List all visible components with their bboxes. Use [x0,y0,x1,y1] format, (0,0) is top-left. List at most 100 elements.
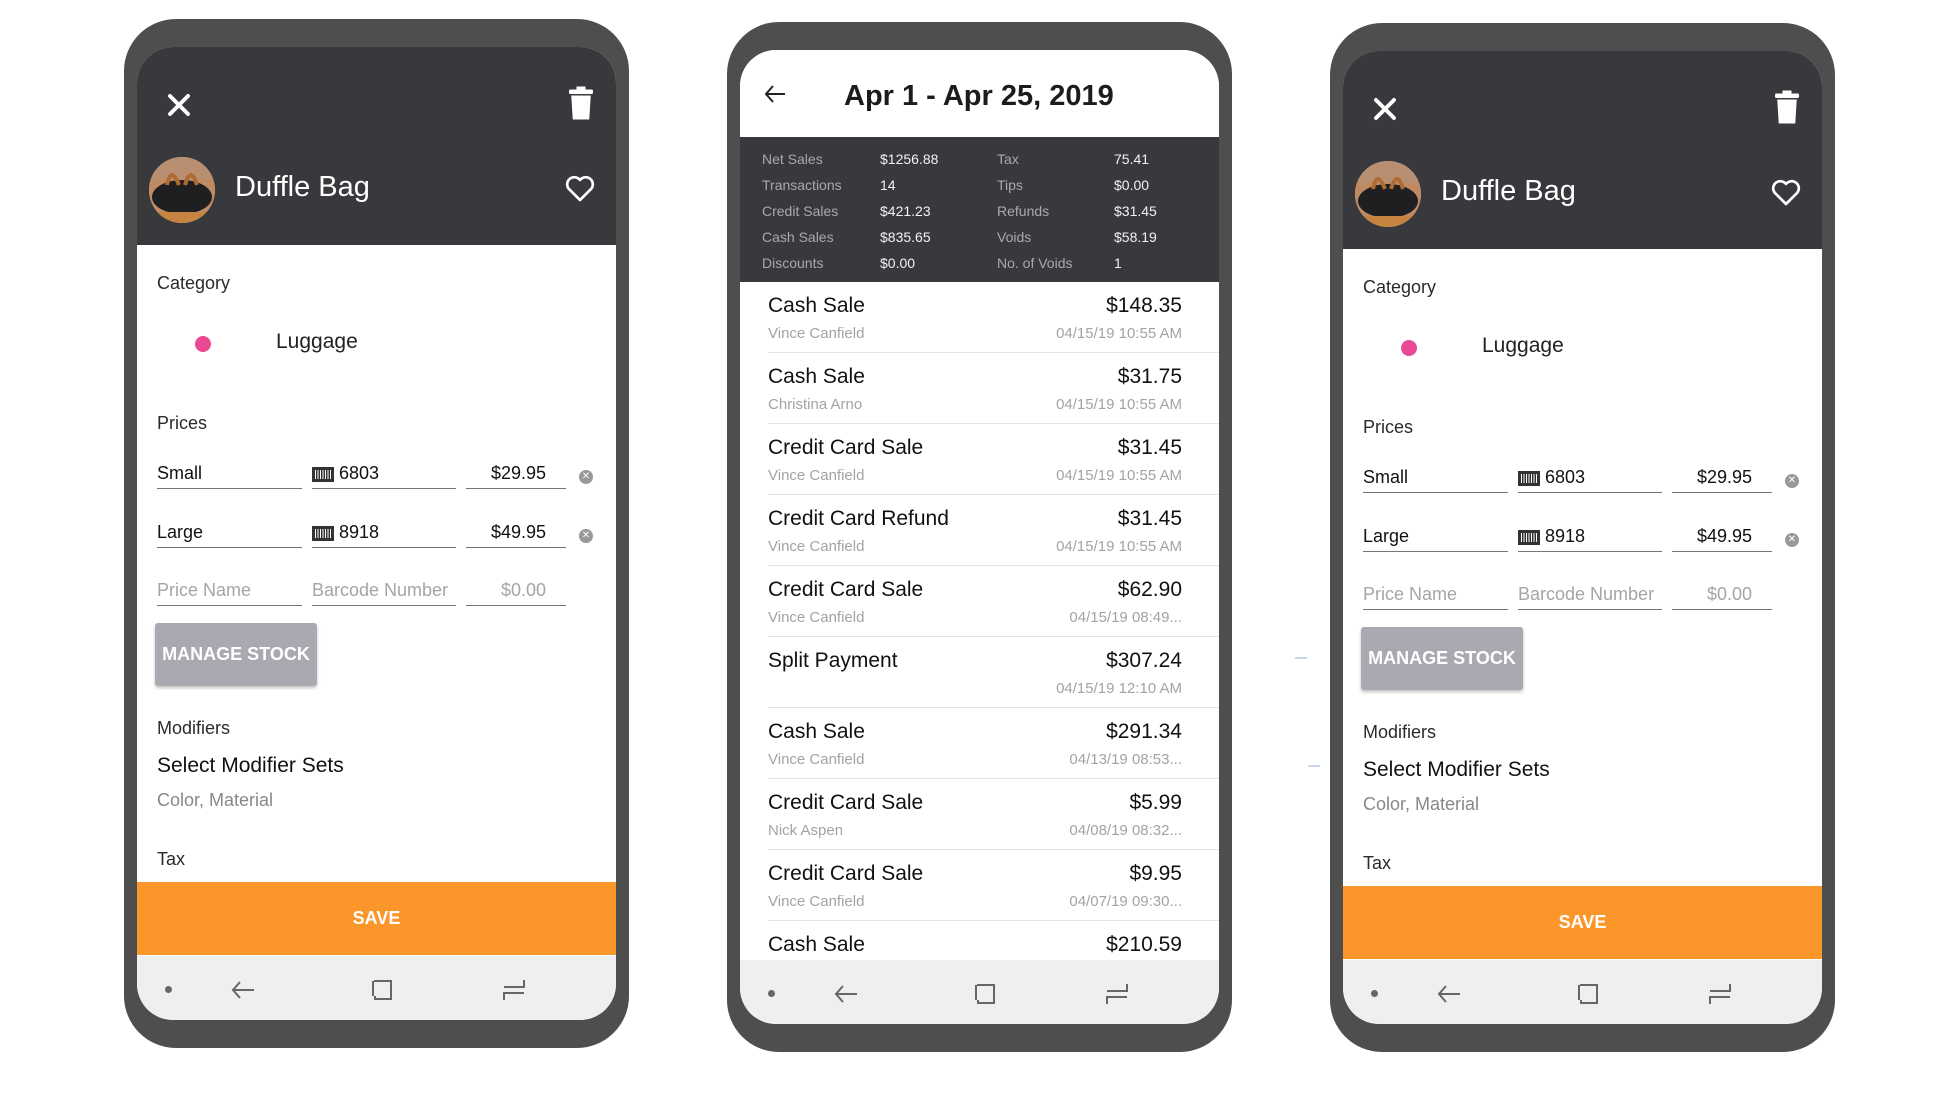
save-button[interactable]: SAVE [1343,886,1822,959]
price-amount-field[interactable]: $29.95 [1672,457,1772,493]
close-icon[interactable] [161,87,197,123]
transaction-type: Cash Sale [768,365,865,388]
new-barcode-input[interactable]: Barcode Number [312,570,456,606]
transaction-row[interactable]: Cash Sale $31.75 Christina Arno 04/15/19 10… [768,353,1219,424]
remove-price-icon[interactable]: ✕ [579,529,593,543]
transaction-type: Credit Card Refund [768,507,949,530]
transaction-row[interactable]: Credit Card Sale $9.95 Vince Canfield 04/07… [768,850,1219,921]
recents-icon[interactable] [502,978,526,1002]
price-amount-value: $49.95 [1696,526,1752,546]
transaction-time: 04/15/19 12:10 AM [1056,680,1182,697]
placeholder-text: Price Name [157,580,252,600]
selected-modifiers: Color, Material [157,790,274,810]
transaction-time: 04/15/19 08:49... [1069,609,1182,626]
heart-outline-icon[interactable] [1770,177,1802,207]
summary-label: Tips [997,177,1023,193]
summary-value: $0.00 [880,255,916,271]
summary-label: No. of Voids [997,255,1073,271]
summary-label: Refunds [997,203,1050,219]
transaction-type: Credit Card Sale [768,791,924,814]
transaction-row[interactable]: Cash Sale $291.34 Vince Canfield 04/13/19 0… [768,708,1219,779]
transaction-time: 04/15/19 10:55 AM [1056,467,1182,484]
price-name-value: Small [157,463,203,483]
transaction-time: 04/15/19 10:55 AM [1056,396,1182,413]
close-icon[interactable] [1367,91,1403,127]
transaction-row[interactable]: Credit Card Sale $62.90 Vince Canfield 04/1… [768,566,1219,637]
price-name-field[interactable]: Small [157,453,302,489]
price-name-field[interactable]: Small [1363,457,1508,493]
price-name-value: Small [1363,467,1409,487]
category-label: Category [1363,277,1437,297]
back-icon[interactable] [833,982,859,1006]
remove-price-icon[interactable]: ✕ [1785,533,1799,547]
remove-price-icon[interactable]: ✕ [579,470,593,484]
price-name-value: Large [157,522,204,542]
new-price-amount-input[interactable]: $0.00 [466,570,566,606]
transaction-amount: $31.75 [1117,365,1182,388]
transaction-type: Credit Card Sale [768,436,924,459]
select-modifier-sets-link[interactable]: Select Modifier Sets [1363,758,1550,782]
new-barcode-input[interactable]: Barcode Number [1518,574,1662,610]
summary-row: Discounts $0.00 No. of Voids 1 [740,255,1219,281]
price-name-field[interactable]: Large [157,512,302,548]
trash-icon[interactable] [1772,89,1802,125]
transaction-amount: $210.59 [1106,933,1182,956]
summary-value: $421.23 [880,203,931,219]
trash-icon[interactable] [566,85,596,121]
android-navbar [740,960,1219,1024]
price-amount-field[interactable]: $49.95 [466,512,566,548]
back-arrow-icon[interactable] [764,84,786,104]
new-price-name-input[interactable]: Price Name [1363,574,1508,610]
barcode-field[interactable]: 6803 [312,453,456,489]
manage-stock-button[interactable]: MANAGE STOCK [1361,627,1523,690]
manage-stock-button[interactable]: MANAGE STOCK [155,623,317,686]
category-value[interactable]: Luggage [1482,334,1564,358]
heart-outline-icon[interactable] [564,173,596,203]
date-range-title[interactable]: Apr 1 - Apr 25, 2019 [844,80,1114,113]
transaction-customer: Vince Canfield [768,893,865,910]
summary-value: $58.19 [1114,229,1157,245]
barcode-field[interactable]: 8918 [312,512,456,548]
recents-icon[interactable] [1105,982,1129,1006]
modifiers-label: Modifiers [157,718,231,738]
prices-label: Prices [1363,417,1414,437]
barcode-field[interactable]: 6803 [1518,457,1662,493]
price-name-field[interactable]: Large [1363,516,1508,552]
summary-label: Discounts [762,255,824,271]
transaction-time: 04/07/19 09:30... [1069,893,1182,910]
save-button[interactable]: SAVE [137,882,616,955]
transaction-row[interactable]: Cash Sale $148.35 Vince Canfield 04/15/19 1… [768,282,1219,353]
transaction-row[interactable]: Credit Card Sale $5.99 Nick Aspen 04/08/19 … [768,779,1219,850]
home-icon[interactable] [973,982,997,1006]
new-price-amount-input[interactable]: $0.00 [1672,574,1772,610]
barcode-icon [312,526,334,541]
recents-icon[interactable] [1708,982,1732,1006]
transaction-amount: $31.45 [1117,507,1182,530]
transaction-row[interactable]: Split Payment $307.24 04/15/19 12:10 AM [768,637,1219,708]
category-value[interactable]: Luggage [276,330,358,354]
back-icon[interactable] [230,978,256,1002]
home-icon[interactable] [1576,982,1600,1006]
transaction-row[interactable]: Credit Card Sale $31.45 Vince Canfield 04/1… [768,424,1219,495]
home-icon[interactable] [370,978,394,1002]
summary-label: Net Sales [762,151,823,167]
transaction-list[interactable]: Cash Sale $148.35 Vince Canfield 04/15/19 1… [740,282,1219,960]
transaction-customer: Vince Canfield [768,325,865,342]
price-amount-field[interactable]: $49.95 [1672,516,1772,552]
price-amount-field[interactable]: $29.95 [466,453,566,489]
transaction-row[interactable]: Credit Card Refund $31.45 Vince Canfield 04… [768,495,1219,566]
item-title[interactable]: Duffle Bag [235,171,370,204]
sales-report-screen: Apr 1 - Apr 25, 2019 Net Sales $1256.88 Ta… [740,50,1219,1024]
android-navbar [1343,960,1822,1024]
select-modifier-sets-link[interactable]: Select Modifier Sets [157,754,344,778]
transaction-row[interactable]: Cash Sale $210.59 [768,921,1219,960]
transaction-time: 04/15/19 10:55 AM [1056,325,1182,342]
back-icon[interactable] [1436,982,1462,1006]
tax-label: Tax [157,849,186,869]
transaction-amount: $62.90 [1117,578,1182,601]
new-price-name-input[interactable]: Price Name [157,570,302,606]
summary-row: Credit Sales $421.23 Refunds $31.45 [740,203,1219,229]
barcode-field[interactable]: 8918 [1518,516,1662,552]
remove-price-icon[interactable]: ✕ [1785,474,1799,488]
item-title[interactable]: Duffle Bag [1441,175,1576,208]
